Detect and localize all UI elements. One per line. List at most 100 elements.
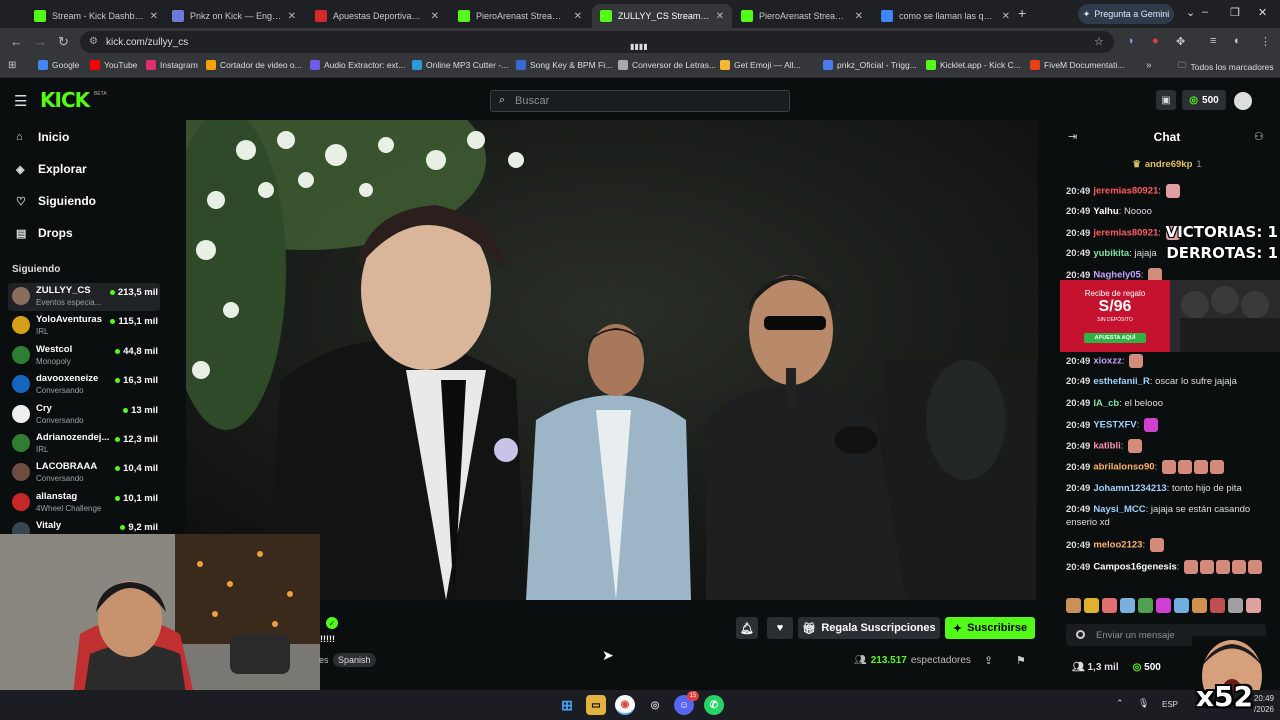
reload-icon[interactable]: ↻ (58, 34, 69, 50)
chat-username[interactable]: Johamn1234213 (1093, 483, 1166, 494)
follow-button[interactable]: ♥ (767, 617, 793, 639)
pinned-gifter[interactable]: ♛ andre69kp 1 (1054, 156, 1280, 172)
browser-tab[interactable]: como se llaman las que ac ✕ (873, 4, 1018, 28)
followed-channel[interactable]: YoloAventuras IRL 115,1 mil (8, 312, 160, 340)
reading-list-icon[interactable]: ≡ (1210, 35, 1216, 47)
points-button[interactable]: ◎ 500 (1182, 90, 1226, 110)
chat-emote-icon[interactable] (1143, 418, 1158, 432)
chat-username[interactable]: jeremias80921 (1093, 186, 1158, 197)
tab-close-icon[interactable]: ✕ (150, 11, 158, 22)
chat-emote-icon[interactable] (1184, 560, 1199, 574)
user-avatar[interactable] (1234, 92, 1252, 110)
followed-channel[interactable]: Cry Conversando 13 mil (8, 401, 160, 429)
forward-icon[interactable]: → (34, 34, 47, 49)
chat-emote-icon[interactable] (1232, 560, 1247, 574)
close-window-icon[interactable]: ✕ (1258, 6, 1267, 19)
emote-icon[interactable] (1120, 598, 1135, 613)
sidebar-item-inicio[interactable]: ⌂ Inicio (16, 130, 69, 144)
report-icon[interactable]: ⚑ (1016, 654, 1026, 667)
new-tab-button[interactable]: + (1018, 5, 1026, 21)
language-tag[interactable]: Spanish (333, 653, 376, 667)
keyboard-language[interactable]: ESP (1162, 700, 1178, 709)
notifications-button[interactable]: 🔔︎ (736, 617, 758, 639)
chat-badge-icon[interactable] (1076, 630, 1085, 639)
bookmark-item[interactable]: Audio Extractor: ext... (310, 60, 405, 70)
chat-emote-icon[interactable] (1165, 184, 1180, 198)
tray-chevron-icon[interactable]: ⌃ (1116, 698, 1124, 709)
bookmark-item[interactable]: Online MP3 Cutter -... (412, 60, 508, 70)
chat-emote-icon[interactable] (1177, 460, 1192, 474)
windows-start-icon[interactable]: ⊞ (557, 695, 577, 715)
emote-icon[interactable] (1138, 598, 1153, 613)
chat-username[interactable]: Naghely05 (1093, 270, 1141, 281)
chat-username[interactable]: IA_cb (1093, 398, 1119, 409)
site-info-icon[interactable]: ⚙ (89, 36, 98, 47)
chat-emote-icon[interactable] (1248, 560, 1263, 574)
extensions-puzzle-icon[interactable]: ✥ (1176, 35, 1185, 48)
back-icon[interactable]: ← (10, 34, 23, 49)
chrome-icon[interactable]: ◉ (615, 695, 635, 715)
emote-icon[interactable] (1102, 598, 1117, 613)
profile-icon[interactable]: ◐ (1234, 35, 1241, 47)
url-bar[interactable]: ⚙ kick.com/zullyy_cs (80, 31, 1114, 53)
bookmark-item[interactable]: Cortador de video o... (206, 60, 302, 70)
followed-channel[interactable]: Westcol Monopoly 44,8 mil (8, 342, 160, 370)
bookmarks-overflow-icon[interactable]: » (1146, 60, 1152, 71)
sidebar-item-explorar[interactable]: ◈ Explorar (16, 162, 87, 176)
chat-emote-icon[interactable] (1216, 560, 1231, 574)
gift-subs-button[interactable]: 🎁︎ Regala Suscripciones (798, 617, 940, 639)
chat-username[interactable]: katibli (1093, 441, 1120, 452)
tab-close-icon[interactable]: ✕ (855, 11, 863, 22)
chat-emote-icon[interactable] (1129, 354, 1144, 368)
browser-tab[interactable]: Apuestas Deportivas con C ✕ (307, 4, 447, 28)
all-bookmarks-folder[interactable]: 🗀 Todos los marcadores (1178, 60, 1274, 74)
sidebar-item-drops[interactable]: ▤ Drops (16, 226, 73, 240)
ad-cta-button[interactable]: APUESTA AQUÍ (1084, 333, 1146, 343)
browser-tab[interactable]: PieroArenast Stream - Wa ✕ (733, 4, 871, 28)
chat-emote-icon[interactable] (1161, 460, 1176, 474)
emote-icon[interactable] (1192, 598, 1207, 613)
chat-users-icon[interactable]: ⚇ (1254, 130, 1264, 143)
chat-emote-icon[interactable] (1193, 460, 1208, 474)
browser-tab[interactable]: Pnkz on Kick — Engagement ✕ (164, 4, 304, 28)
video-player[interactable] (186, 120, 1038, 600)
emote-icon[interactable] (1210, 598, 1225, 613)
microphone-icon[interactable]: 🎙︎ (1138, 698, 1149, 709)
chat-username[interactable]: yubikita (1093, 248, 1129, 259)
followed-channel[interactable]: davooxeneize Conversando 16,3 mil (8, 371, 160, 399)
tab-close-icon[interactable]: ✕ (716, 11, 724, 22)
followed-channel[interactable]: ZULLYY_CS Eventos especia... 213,5 mil (8, 283, 160, 311)
restore-icon[interactable]: ❐ (1230, 6, 1240, 19)
chat-username[interactable]: abrilalonso90 (1093, 462, 1154, 473)
minimize-icon[interactable]: – (1202, 6, 1208, 18)
bookmark-star-icon[interactable]: ☆ (1094, 35, 1104, 48)
bookmark-item[interactable]: Instagram (146, 60, 198, 70)
emote-icon[interactable] (1228, 598, 1243, 613)
bookmark-item[interactable]: Conversor de Letras... (618, 60, 716, 70)
followed-channel[interactable]: Adrianozendej... IRL 12,3 mil (8, 430, 160, 458)
file-explorer-icon[interactable]: ▭ (586, 695, 606, 715)
subscribe-button[interactable]: ✦ Suscribirse (945, 617, 1035, 639)
tab-close-icon[interactable]: ✕ (431, 11, 439, 22)
search-input[interactable]: ⌕ Buscar (490, 90, 790, 112)
bookmark-item[interactable]: Get Emoji — All... (720, 60, 801, 70)
emote-icon[interactable] (1066, 598, 1081, 613)
chat-username[interactable]: Naysi_MCC (1093, 504, 1145, 515)
betting-ad-banner[interactable]: Recibe de regalo S/96 SIN DEPÓSITO APUES… (1060, 280, 1280, 352)
gemini-button[interactable]: ✦ Pregunta a Gemini (1078, 4, 1174, 24)
whatsapp-icon[interactable]: ✆ (704, 695, 724, 715)
chat-emote-icon[interactable] (1209, 460, 1224, 474)
media-playing-badge[interactable]: ▮▮▮▮ (630, 42, 648, 51)
bookmark-item[interactable]: Google (38, 60, 79, 70)
chat-emote-icon[interactable] (1149, 538, 1164, 552)
chat-username[interactable]: Campos16genesis (1093, 562, 1176, 573)
bookmark-item[interactable]: FiveM Documentati... (1030, 60, 1124, 70)
browser-tab[interactable]: Stream - Kick Dashboard ✕ (26, 4, 166, 28)
chat-emote-icon[interactable] (1200, 560, 1215, 574)
browser-tab[interactable]: ZULLYY_CS Stream - W ✕ (592, 4, 732, 28)
menu-kebab-icon[interactable]: ⋮ (1260, 35, 1271, 48)
tab-close-icon[interactable]: ✕ (288, 11, 296, 22)
extension-record-icon[interactable]: ● (1152, 35, 1159, 47)
chat-username[interactable]: YESTXFV (1093, 420, 1136, 431)
chat-points[interactable]: ◎ 500 (1133, 662, 1161, 673)
